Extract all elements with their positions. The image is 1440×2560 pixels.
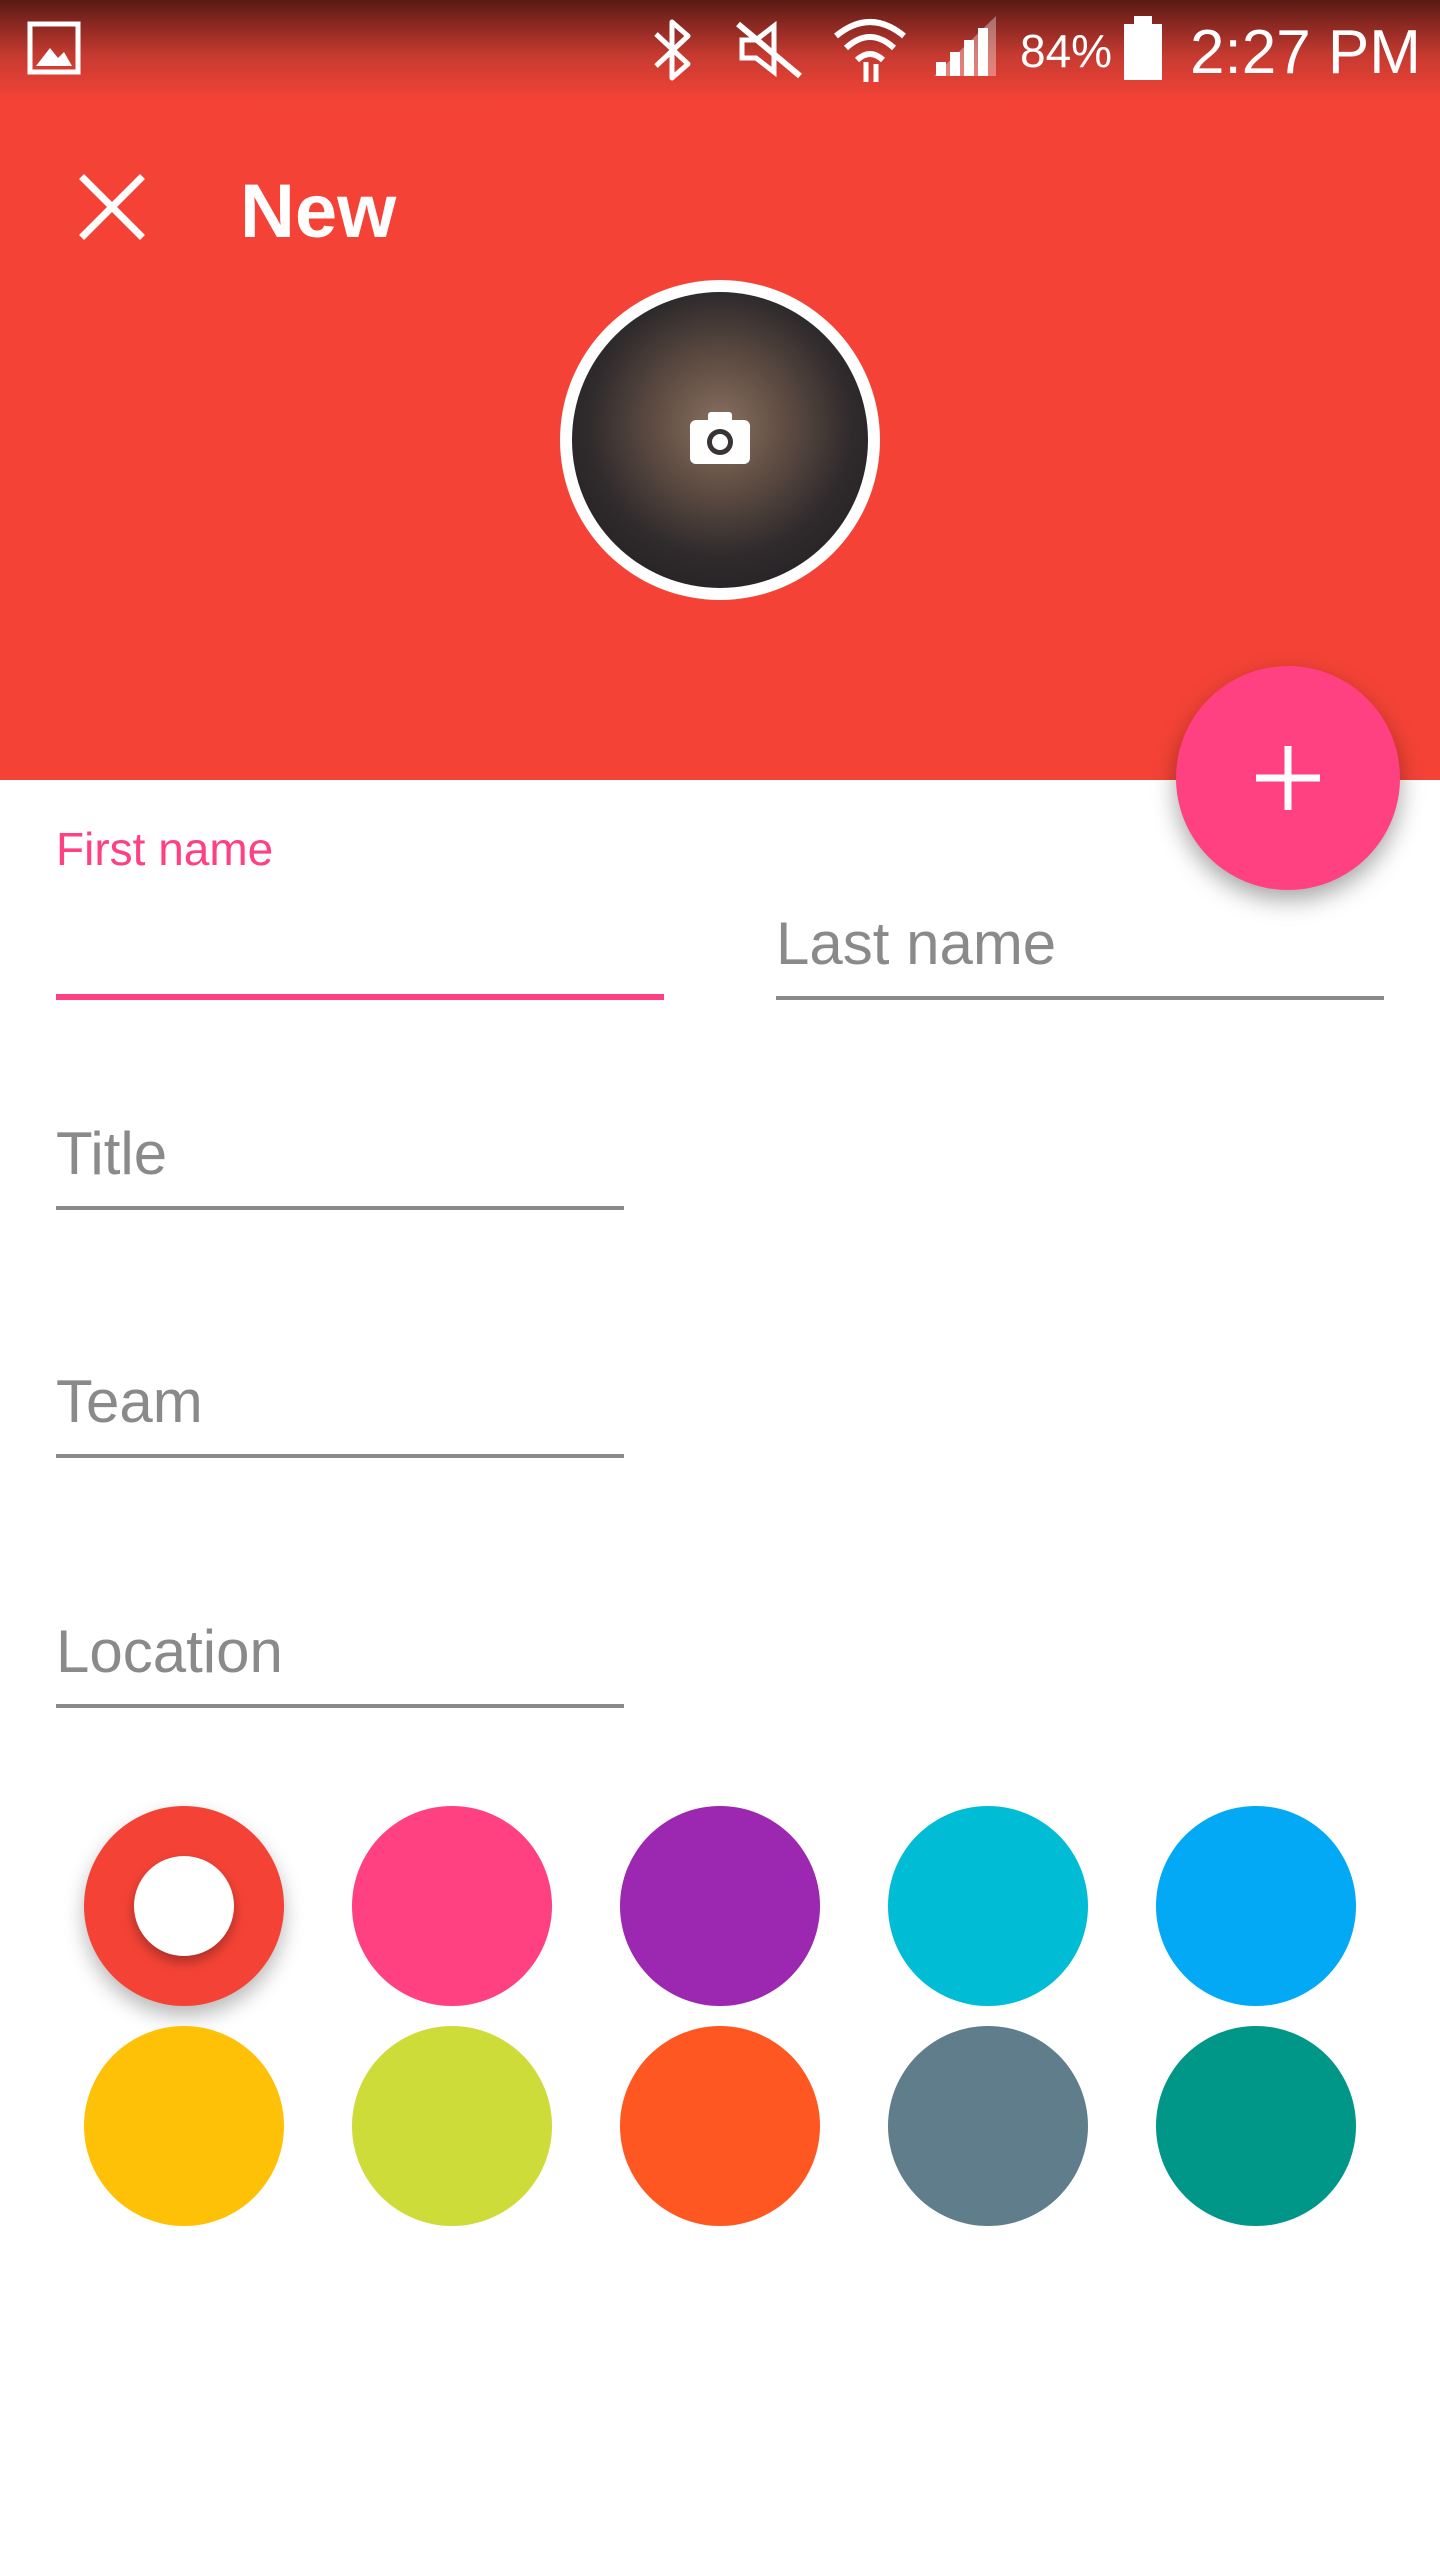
title-field[interactable]: Title <box>56 1110 624 1210</box>
add-button[interactable] <box>1176 666 1400 890</box>
camera-icon[interactable] <box>688 410 752 466</box>
team-underline <box>56 1454 624 1458</box>
color-swatch-purple[interactable] <box>620 1806 820 2006</box>
mute-icon <box>736 20 802 79</box>
color-swatch-lime[interactable] <box>352 2026 552 2226</box>
wifi-icon <box>834 19 906 82</box>
first-name-field[interactable] <box>56 890 664 1000</box>
first-name-underline <box>56 994 664 1000</box>
team-placeholder: Team <box>56 1368 203 1435</box>
color-swatch-red[interactable] <box>84 1806 284 2006</box>
signal-icon <box>934 16 996 76</box>
selected-indicator <box>134 1856 234 1956</box>
avatar[interactable] <box>560 280 880 600</box>
location-field[interactable]: Location <box>56 1608 624 1708</box>
color-swatch-cyan[interactable] <box>888 1806 1088 2006</box>
color-swatch-teal[interactable] <box>1156 2026 1356 2226</box>
location-placeholder: Location <box>56 1618 283 1685</box>
status-time: 2:27 PM <box>1190 18 1421 87</box>
gallery-icon <box>27 21 81 75</box>
team-field[interactable]: Team <box>56 1358 624 1458</box>
first-name-label: First name <box>56 823 274 875</box>
color-swatch-blue-grey[interactable] <box>888 2026 1088 2226</box>
color-swatch-pink[interactable] <box>352 1806 552 2006</box>
bluetooth-icon <box>654 19 691 81</box>
close-icon[interactable] <box>70 165 154 249</box>
last-name-placeholder: Last name <box>776 910 1057 977</box>
color-swatch-deep-orange[interactable] <box>620 2026 820 2226</box>
avatar-photo <box>572 292 868 588</box>
last-name-field[interactable]: Last name <box>776 900 1384 1000</box>
color-swatch-amber[interactable] <box>84 2026 284 2226</box>
last-name-underline <box>776 996 1384 1000</box>
color-swatch-light-blue[interactable] <box>1156 1806 1356 2006</box>
battery-icon <box>1124 16 1162 80</box>
location-underline <box>56 1704 624 1708</box>
title-placeholder: Title <box>56 1120 168 1187</box>
title-underline <box>56 1206 624 1210</box>
page-title: New <box>240 169 397 254</box>
battery-percent: 84% <box>1020 25 1113 77</box>
plus-icon <box>1256 746 1320 810</box>
status-bar: 84% 2:27 PM <box>0 0 1440 100</box>
